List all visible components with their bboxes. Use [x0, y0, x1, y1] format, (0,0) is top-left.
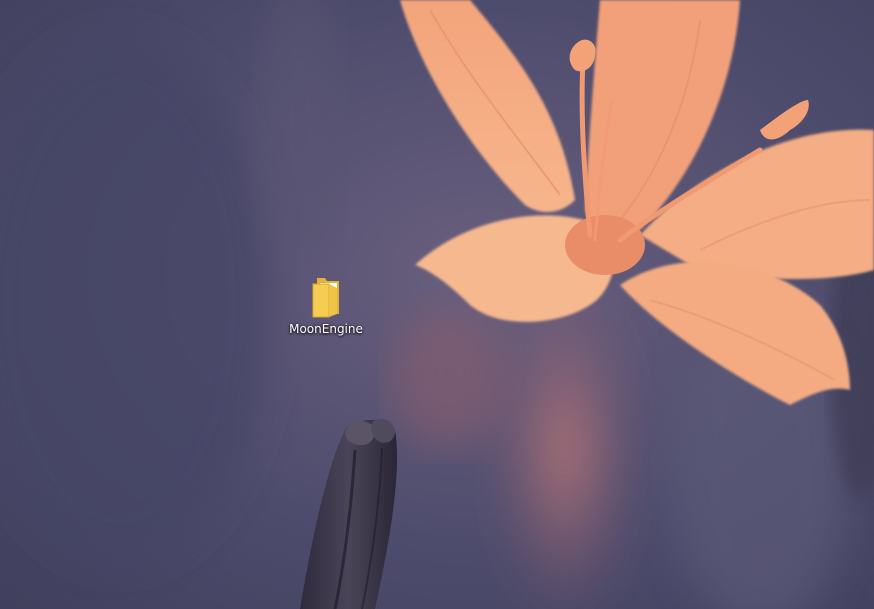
- desktop-icon-moonengine[interactable]: MoonEngine: [282, 270, 370, 346]
- desktop-wallpaper: [0, 0, 874, 609]
- desktop-icon-label: MoonEngine: [289, 322, 363, 336]
- wallpaper-flower-image: [0, 0, 874, 609]
- folder-icon: [312, 278, 339, 318]
